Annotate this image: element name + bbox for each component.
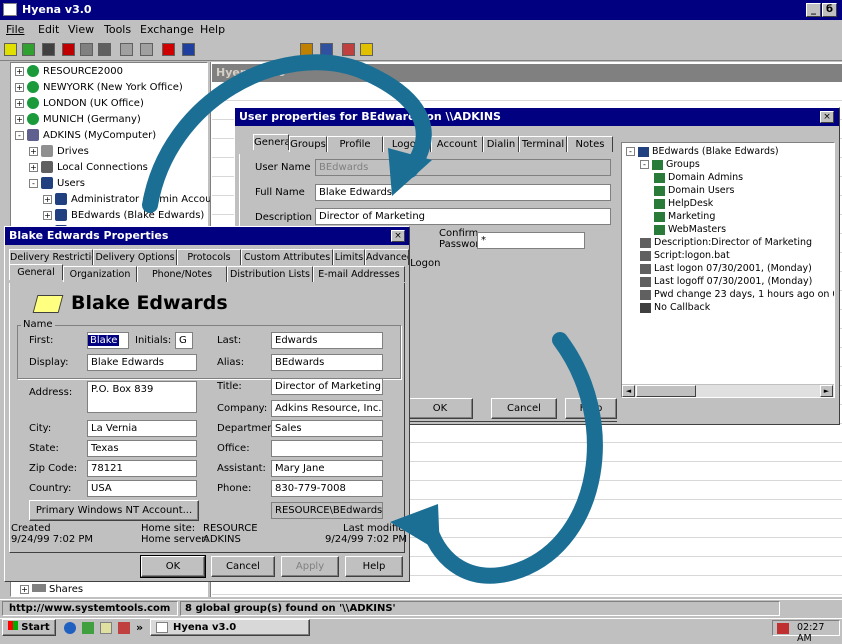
start-button[interactable]: Start — [2, 619, 56, 636]
quicklaunch-chevron[interactable]: » — [136, 621, 143, 634]
quicklaunch-icon-4[interactable] — [118, 622, 130, 634]
bottom-arrow — [422, 332, 603, 584]
status-bar: http://www.systemtools.com 8 global grou… — [0, 599, 842, 617]
bottom-arrow-head — [390, 504, 440, 552]
taskbar-app-icon — [156, 622, 168, 633]
start-label: Start — [21, 622, 50, 633]
windows-logo-icon — [8, 621, 19, 630]
status-url: http://www.systemtools.com — [2, 601, 178, 616]
ie-icon[interactable] — [64, 622, 76, 634]
tray-icon[interactable] — [777, 623, 789, 634]
top-arrow — [142, 54, 432, 213]
clock: 02:27 AM — [797, 622, 825, 644]
quicklaunch-icon-2[interactable] — [82, 622, 94, 634]
taskbar: Start » Hyena v3.0 02:27 AM — [0, 618, 842, 644]
system-tray: 02:27 AM — [772, 620, 840, 644]
status-message: 8 global group(s) found on '\\ADKINS' — [180, 601, 780, 616]
taskbar-hyena-button[interactable]: Hyena v3.0 — [150, 619, 310, 636]
quicklaunch-icon-3[interactable] — [100, 622, 112, 634]
curved-arrows — [142, 54, 603, 584]
